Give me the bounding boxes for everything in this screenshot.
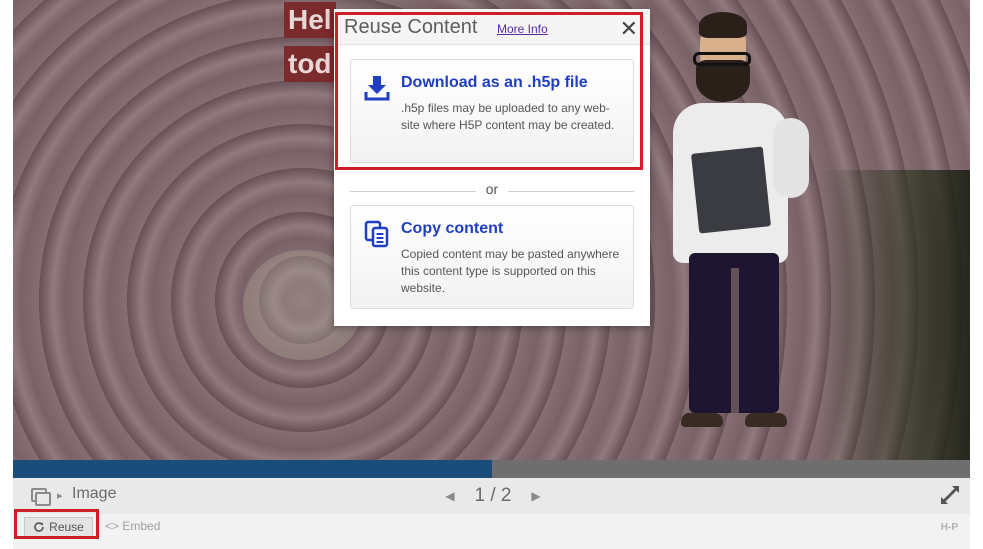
fullscreen-icon[interactable] [938, 483, 962, 507]
slide-navigation: ▸ Image ◀ 1 / 2 ▶ [13, 478, 970, 514]
slide-heading-line-1: Hel [284, 2, 336, 38]
download-h5p-option[interactable]: Download as an .h5p file .h5p files may … [350, 59, 634, 163]
current-slide-title: Image [72, 485, 117, 502]
embed-button[interactable]: <> Embed [105, 519, 160, 533]
previous-slide-icon[interactable]: ◀ [443, 489, 457, 503]
copy-option-description: Copied content may be pasted anywhere th… [401, 247, 620, 295]
close-icon[interactable]: ✕ [620, 16, 638, 42]
page-indicator: 1 / 2 [475, 485, 512, 507]
chevron-right-icon: ▸ [57, 490, 63, 502]
copy-content-option[interactable]: Copy content Copied content may be paste… [350, 205, 634, 309]
download-option-description: .h5p files may be uploaded to any web-si… [401, 101, 615, 132]
refresh-icon [34, 522, 44, 532]
download-option-title: Download as an .h5p file [401, 74, 588, 91]
pager: ◀ 1 / 2 ▶ [443, 484, 543, 508]
more-info-link[interactable]: More Info [497, 22, 548, 36]
reuse-button-label: Reuse [49, 520, 84, 534]
progress-bar[interactable] [13, 460, 970, 478]
dialog-header: Reuse Content More Info ✕ [334, 9, 650, 45]
divider-label: or [485, 181, 499, 197]
reuse-button[interactable]: Reuse [24, 517, 93, 537]
slide-heading-line-2: tod [284, 46, 336, 82]
download-icon [364, 76, 390, 101]
action-bar: Reuse <> Embed H-P [13, 514, 970, 544]
man-illustration [663, 8, 813, 448]
slides-list-icon[interactable] [31, 488, 51, 506]
page-separator: / [490, 485, 496, 506]
progress-fill [13, 460, 492, 478]
copy-option-title: Copy content [401, 220, 504, 237]
dialog-title: Reuse Content [344, 16, 478, 38]
page-current: 1 [474, 485, 486, 506]
h5p-logo[interactable]: H-P [941, 522, 958, 533]
copy-icon [364, 220, 389, 248]
or-divider: or [350, 181, 634, 199]
next-slide-icon[interactable]: ▶ [529, 489, 543, 503]
page-total: 2 [500, 485, 512, 506]
reuse-content-dialog: Reuse Content More Info ✕ Download as an… [334, 9, 650, 326]
